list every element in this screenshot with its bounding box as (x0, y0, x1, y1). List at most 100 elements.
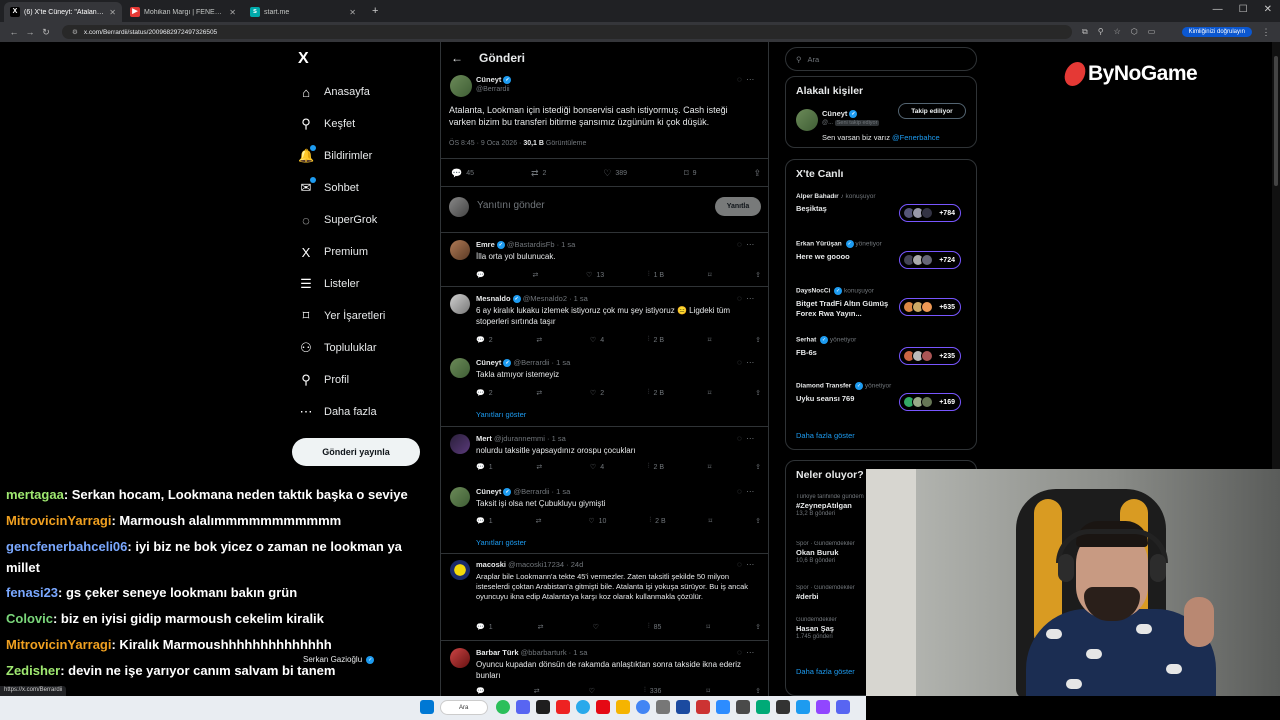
reply-input[interactable]: Yanıtını gönder (477, 200, 545, 211)
forward-arrow-icon[interactable]: → (22, 27, 38, 37)
trend-item[interactable]: Türkiye tarihinde gündem #ZeynepAtılgan 13… (796, 494, 876, 517)
reply-author[interactable]: Barbar Türk @bbarbarturk · 1 sa (476, 648, 587, 657)
avatar[interactable] (450, 358, 470, 378)
bookmark-icon[interactable]: ⌑ (706, 687, 710, 695)
avatar[interactable] (450, 240, 470, 260)
search-input[interactable]: ⚲ Ara (785, 47, 977, 71)
repost-icon[interactable]: ⇄ (536, 389, 546, 397)
avatar[interactable] (450, 294, 470, 314)
reply-icon[interactable]: 💬 (476, 271, 489, 279)
star-icon[interactable]: ☆ (1114, 27, 1121, 37)
app-icon[interactable] (696, 700, 710, 714)
sidebar-item-notifications[interactable]: 🔔 Bildirimler (298, 145, 372, 167)
sidebar-item-supergrok[interactable]: ◌ SuperGrok (298, 209, 377, 231)
like-action[interactable]: ♡ 389 (603, 168, 627, 179)
repost-action[interactable]: ⇄ 2 (531, 168, 546, 179)
minimize-icon[interactable]: — (1213, 4, 1223, 15)
share-icon[interactable]: ⇪ (755, 517, 761, 525)
obs-icon[interactable] (776, 700, 790, 714)
folder-icon[interactable] (616, 700, 630, 714)
avatar[interactable] (450, 560, 470, 580)
app-icon[interactable] (796, 700, 810, 714)
verify-identity-button[interactable]: Kimliğinizi doğrulayın (1181, 27, 1252, 37)
app-icon[interactable] (676, 700, 690, 714)
reply-menu[interactable]: ◌ ⋯ (737, 358, 754, 367)
show-replies-link[interactable]: Yanıtları göster (476, 410, 526, 419)
back-arrow-icon[interactable]: ← (6, 27, 22, 37)
close-tab-icon[interactable]: ✕ (109, 8, 116, 17)
heart-icon[interactable]: ♡ (593, 623, 603, 631)
bookmark-action[interactable]: ⌑ 9 (684, 168, 697, 179)
heart-icon[interactable]: ♡ 10 (588, 517, 606, 526)
reply-author[interactable]: macoski @macoski17234 · 24d (476, 560, 583, 569)
reply-menu[interactable]: ◌ ⋯ (737, 648, 754, 657)
bookmark-icon[interactable]: ⌑ (708, 271, 712, 279)
views-icon[interactable]: ⫶ 2 B (648, 389, 664, 397)
share-icon[interactable]: ⇪ (755, 463, 761, 471)
app-icon[interactable] (756, 700, 770, 714)
reply-icon[interactable]: 💬 2 (476, 336, 493, 345)
show-replies-link[interactable]: Yanıtları göster (476, 538, 526, 547)
maximize-icon[interactable]: ☐ (1239, 4, 1248, 15)
show-more-link[interactable]: Daha fazla göster (796, 431, 855, 440)
zoom-icon[interactable]: ⚲ (1098, 27, 1104, 37)
browser-tab-youtube[interactable]: ▶ Mohikan Margı | FENERBAHÇE ✕ (124, 2, 242, 22)
close-window-icon[interactable]: ✕ (1264, 4, 1272, 15)
avatar[interactable] (796, 109, 818, 131)
avatar[interactable] (450, 75, 472, 97)
avatar[interactable] (450, 487, 470, 507)
heart-icon[interactable]: ♡ 4 (590, 463, 604, 472)
browser-tab-x[interactable]: X (6) X'te Cüneyt: "Atalanta, Lookm ✕ (4, 2, 122, 22)
trend-item[interactable]: Spor · Gündemdekiler #derbi (796, 585, 876, 602)
heart-icon[interactable]: ♡ 4 (590, 336, 604, 345)
back-arrow-icon[interactable]: ← (451, 51, 463, 65)
views-icon[interactable]: ⫶ 336 (644, 687, 661, 695)
app-icon[interactable] (736, 700, 750, 714)
menu-dots-icon[interactable]: ⋮ (1258, 27, 1274, 38)
telegram-icon[interactable] (576, 700, 590, 714)
live-space-item[interactable]: DaysNocCi ✓ konuşuyor Bitget TradFi Altı… (796, 287, 971, 327)
listeners-pill[interactable]: +724 (899, 251, 961, 269)
whatsapp-icon[interactable] (496, 700, 510, 714)
bookmark-icon[interactable]: ⌑ (708, 336, 712, 344)
repost-icon[interactable]: ⇄ (536, 463, 546, 471)
account-switcher[interactable]: Serkan Gazioğlu ✓ (303, 655, 375, 664)
live-space-item[interactable]: Alper Bahadır ♪ konuşuyor Beşiktaş +784 (796, 193, 971, 233)
url-field[interactable]: ⚙ x.com/Berrardii/status/200968297249732… (62, 25, 1072, 39)
repost-icon[interactable]: ⇄ (536, 336, 546, 344)
app-icon[interactable] (836, 700, 850, 714)
chrome-icon[interactable] (636, 700, 650, 714)
views-icon[interactable]: ⫶ 2 B (648, 336, 664, 344)
scrollbar-thumb[interactable] (1274, 56, 1278, 186)
netflix-icon[interactable] (596, 700, 610, 714)
x-logo-icon[interactable]: X (298, 50, 309, 68)
grok-icon[interactable]: ◌ (737, 75, 742, 84)
post-button[interactable]: Gönderi yayınla (292, 438, 420, 466)
bookmark-icon[interactable]: ⌑ (708, 463, 712, 471)
bookmark-icon[interactable]: ⌑ (709, 517, 713, 525)
views-icon[interactable]: ⫶ 1 B (648, 271, 664, 279)
repost-icon[interactable]: ⇄ (538, 623, 548, 631)
share-icon[interactable]: ⇪ (755, 271, 761, 279)
taskbar-search[interactable]: Ara (440, 700, 488, 715)
author-name[interactable]: Cüneyt ✓ (476, 75, 512, 85)
trend-item[interactable]: Gündemdekiler Hasan Şaş 1.745 gönderi (796, 617, 876, 640)
new-tab-icon[interactable]: + (364, 5, 386, 17)
close-tab-icon[interactable]: ✕ (229, 8, 236, 17)
sidebar-item-more[interactable]: ⋯ Daha fazla (298, 401, 377, 423)
sidebar-item-bookmarks[interactable]: ⌑ Yer İşaretleri (298, 305, 386, 327)
heart-icon[interactable]: ♡ 2 (590, 389, 604, 398)
reply-author[interactable]: Mert @jdurannemmi · 1 sa (476, 434, 566, 443)
reply-author[interactable]: Mesnaldo ✓ @Mesnaldo2 · 1 sa (476, 294, 588, 304)
show-more-link[interactable]: Daha fazla göster (796, 667, 855, 676)
share-icon[interactable]: ⇪ (755, 623, 761, 631)
live-space-item[interactable]: Serhat ✓ yönetiyor FB-6s +235 (796, 336, 971, 376)
extensions-icon[interactable]: ⬡ (1131, 27, 1138, 37)
views-icon[interactable]: ⫶ 2 B (648, 463, 664, 471)
reply-button[interactable]: Yanıtla (715, 197, 761, 216)
app-icon[interactable] (556, 700, 570, 714)
share-icon[interactable]: ⇪ (755, 389, 761, 397)
reply-menu[interactable]: ◌ ⋯ (737, 560, 754, 569)
reply-action[interactable]: 💬 45 (451, 168, 474, 179)
sidebar-item-lists[interactable]: ☰ Listeler (298, 273, 359, 295)
